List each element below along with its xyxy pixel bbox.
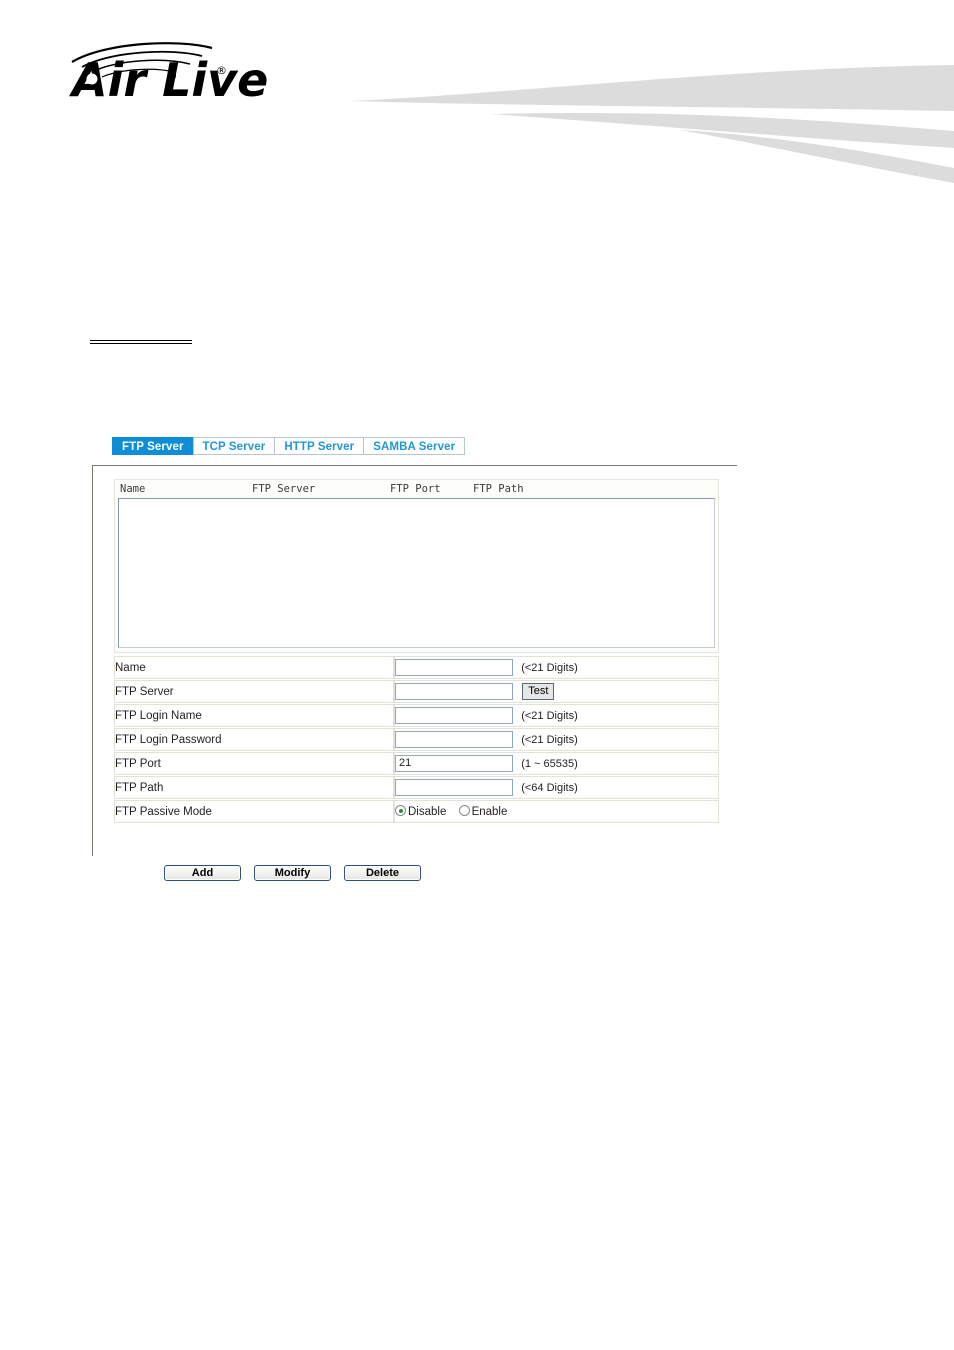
modify-button[interactable]: Modify [254, 865, 331, 881]
form-row-ftp-server: FTP Server Test [114, 680, 719, 703]
svg-text:Air Live: Air Live [69, 53, 268, 107]
name-input[interactable] [395, 659, 513, 676]
ftp-passive-mode-radio-group: Disable Enable [395, 805, 516, 818]
label-ftp-port: FTP Port [114, 752, 394, 775]
label-ftp-login-password: FTP Login Password [114, 728, 394, 751]
label-ftp-path: FTP Path [114, 776, 394, 799]
form-row-ftp-port: FTP Port 21 (1 ~ 65535) [114, 752, 719, 775]
svg-text:®: ® [216, 64, 227, 77]
label-ftp-passive-mode: FTP Passive Mode [114, 800, 394, 823]
field-ftp-server-cell: Test [394, 680, 719, 703]
section-heading-text [90, 326, 192, 340]
delete-button[interactable]: Delete [344, 865, 421, 881]
label-ftp-server: FTP Server [114, 680, 394, 703]
page-header: Air Live ® [0, 0, 954, 185]
ftp-port-hint: (1 ~ 65535) [521, 757, 578, 770]
column-header-ftp-server: FTP Server [252, 483, 316, 495]
name-hint: (<21 Digits) [521, 661, 578, 674]
form-row-ftp-path: FTP Path (<64 Digits) [114, 776, 719, 799]
field-ftp-port-cell: 21 (1 ~ 65535) [394, 752, 719, 775]
section-heading [90, 326, 192, 344]
banner-swoosh-graphic [330, 48, 954, 183]
airlive-logo: Air Live ® [66, 34, 296, 114]
tab-tcp-server[interactable]: TCP Server [192, 437, 275, 455]
ftp-login-password-input[interactable] [395, 731, 513, 748]
field-name-cell: (<21 Digits) [394, 656, 719, 679]
settings-panel: Name FTP Server FTP Port FTP Path Name (… [92, 465, 737, 856]
ftp-path-input[interactable] [395, 779, 513, 796]
ftp-settings-form: Name (<21 Digits) FTP Server Test FTP Lo… [114, 655, 719, 824]
tab-http-server[interactable]: HTTP Server [274, 437, 364, 455]
radio-disable-label: Disable [408, 806, 447, 818]
radio-option-disable[interactable]: Disable [395, 805, 446, 818]
settings-table: Name FTP Server FTP Port FTP Path Name (… [114, 479, 719, 824]
add-button[interactable]: Add [164, 865, 241, 881]
label-ftp-login-name: FTP Login Name [114, 704, 394, 727]
ftp-login-password-hint: (<21 Digits) [521, 733, 578, 746]
field-ftp-path-cell: (<64 Digits) [394, 776, 719, 799]
field-ftp-passive-mode-cell: Disable Enable [394, 800, 719, 823]
tab-ftp-server[interactable]: FTP Server [112, 437, 193, 455]
column-header-ftp-path: FTP Path [473, 483, 524, 495]
server-list-area[interactable] [118, 498, 715, 648]
column-header-name: Name [120, 483, 146, 495]
radio-option-enable[interactable]: Enable [458, 805, 508, 818]
form-row-ftp-login-name: FTP Login Name (<21 Digits) [114, 704, 719, 727]
ftp-port-input[interactable]: 21 [395, 755, 513, 772]
ftp-server-input[interactable] [395, 683, 513, 700]
radio-enable-icon[interactable] [458, 805, 470, 816]
test-button[interactable]: Test [522, 683, 555, 700]
label-name: Name [114, 656, 394, 679]
action-button-bar: Add Modify Delete [164, 865, 421, 881]
form-row-name: Name (<21 Digits) [114, 656, 719, 679]
tab-bar: FTP Server TCP Server HTTP Server SAMBA … [112, 437, 466, 455]
form-row-ftp-login-password: FTP Login Password (<21 Digits) [114, 728, 719, 751]
tab-samba-server[interactable]: SAMBA Server [363, 437, 466, 455]
form-row-ftp-passive-mode: FTP Passive Mode Disable Enable [114, 800, 719, 823]
column-header-ftp-port: FTP Port [390, 483, 441, 495]
ftp-path-hint: (<64 Digits) [521, 781, 578, 794]
heading-rule-bottom [90, 342, 192, 344]
field-ftp-login-name-cell: (<21 Digits) [394, 704, 719, 727]
server-list-header: Name FTP Server FTP Port FTP Path [118, 483, 715, 498]
server-list-box: Name FTP Server FTP Port FTP Path [114, 479, 719, 653]
radio-enable-label: Enable [471, 806, 508, 818]
ftp-login-name-input[interactable] [395, 707, 513, 724]
ftp-login-name-hint: (<21 Digits) [521, 709, 578, 722]
field-ftp-login-password-cell: (<21 Digits) [394, 728, 719, 751]
heading-rule-top [90, 340, 192, 341]
radio-disable-icon[interactable] [395, 805, 406, 816]
